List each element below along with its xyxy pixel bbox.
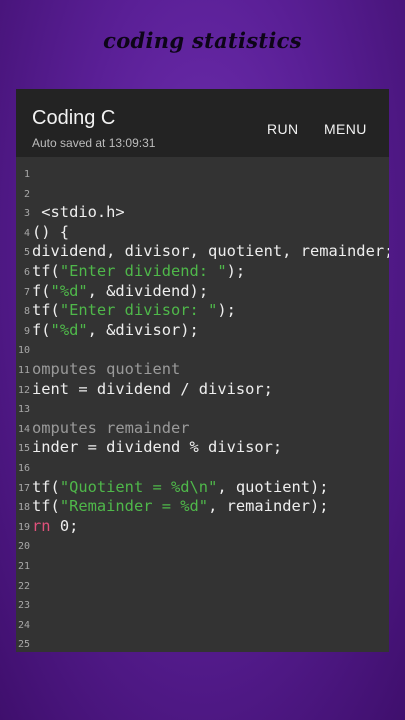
line-number: 7 — [23, 286, 30, 298]
code-line[interactable]: 14 omputes remainder — [16, 419, 389, 438]
line-code: dividend, divisor, quotient, remainder; — [32, 242, 389, 261]
code-line[interactable]: 4() { — [16, 223, 389, 242]
line-code: omputes quotient — [32, 360, 180, 379]
code-line[interactable]: 19 rn 0; — [16, 517, 389, 536]
code-token: ); — [226, 262, 246, 280]
line-number: 13 — [18, 404, 31, 416]
line-code: rn 0; — [32, 517, 78, 536]
code-token: dividend, divisor, quotient, remainder; — [32, 242, 389, 261]
line-number: 8 — [23, 306, 30, 318]
code-token: f( — [32, 281, 51, 300]
code-line[interactable]: 24 — [16, 615, 389, 634]
line-code: tf("Quotient = %d\n", quotient); — [32, 478, 329, 497]
code-token: , quotient); — [217, 477, 329, 496]
code-line[interactable]: 1 — [16, 164, 389, 183]
line-number: 10 — [18, 345, 31, 357]
line-number: 20 — [18, 541, 31, 553]
line-code: f("%d", &dividend); — [32, 282, 208, 301]
video-caption: coding statistics — [103, 28, 302, 53]
code-line[interactable]: 12 ient = dividend / divisor; — [16, 380, 389, 399]
autosave-status: Auto saved at 13:09:31 — [32, 136, 156, 150]
menu-button[interactable]: MENU — [324, 121, 367, 137]
code-token: tf( — [32, 301, 60, 320]
line-code: tf("Enter dividend: "); — [32, 262, 245, 281]
code-line[interactable]: 22 — [16, 576, 389, 595]
comment-token: omputes quotient — [32, 360, 181, 378]
app-title: Coding C — [32, 107, 116, 129]
line-number: 6 — [23, 267, 30, 278]
code-token: , &dividend); — [87, 281, 209, 300]
code-line[interactable]: 11 omputes quotient — [16, 360, 389, 379]
line-code: ient = dividend / divisor; — [32, 380, 273, 399]
code-token: () { — [32, 222, 70, 241]
code-line[interactable]: 21 — [16, 556, 389, 575]
line-number: 2 — [23, 188, 30, 200]
line-code: omputes remainder — [32, 419, 190, 438]
line-code: tf("Enter divisor: "); — [32, 301, 236, 320]
code-token: f( — [32, 320, 51, 339]
string-token: "Quotient = %d\n" — [59, 477, 218, 496]
code-token: tf( — [32, 477, 60, 496]
line-code: f("%d", &divisor); — [32, 321, 199, 340]
run-button[interactable]: RUN — [267, 121, 299, 137]
line-number: 3 — [23, 208, 30, 220]
string-token: "Remainder = %d" — [59, 497, 209, 516]
code-line[interactable]: 17 tf("Quotient = %d\n", quotient); — [16, 478, 389, 497]
code-token: tf( — [32, 262, 60, 280]
keyword-token: rn — [32, 516, 51, 535]
code-line[interactable]: 8 tf("Enter divisor: "); — [16, 301, 389, 320]
code-line[interactable]: 6 tf("Enter dividend: "); — [16, 262, 389, 281]
code-line[interactable]: 25 — [16, 634, 389, 652]
code-line[interactable]: 16 — [16, 458, 389, 477]
line-number: 25 — [18, 639, 31, 651]
line-number: 4 — [23, 227, 30, 239]
code-line[interactable]: 10 — [16, 340, 389, 359]
code-line[interactable]: 13 — [16, 399, 389, 418]
line-number: 21 — [18, 561, 31, 572]
line-code: <stdio.h> — [32, 203, 125, 222]
line-number: 14 — [18, 423, 31, 435]
code-line[interactable]: 2 — [16, 184, 389, 203]
code-token: , remainder); — [208, 497, 329, 516]
line-number: 24 — [18, 619, 31, 631]
code-line[interactable]: 23 — [16, 595, 389, 614]
code-token: , &divisor); — [87, 320, 199, 339]
line-number: 1 — [23, 169, 30, 180]
line-number: 16 — [18, 463, 31, 474]
line-number: 17 — [18, 482, 31, 494]
code-editor[interactable]: 123 <stdio.h> 4() {5 dividend, divisor, qu… — [16, 157, 389, 652]
code-line[interactable]: 5 dividend, divisor, quotient, remainder; — [16, 242, 389, 261]
line-code: inder = dividend % divisor; — [32, 438, 282, 457]
code-line[interactable]: 3 <stdio.h> — [16, 203, 389, 222]
code-token: ient = dividend / divisor; — [32, 379, 273, 398]
line-number: 12 — [18, 384, 31, 396]
code-token: tf( — [32, 497, 60, 516]
app-toolbar: Coding C Auto saved at 13:09:31 RUN MENU — [16, 89, 389, 157]
line-code: tf("Remainder = %d", remainder); — [32, 497, 329, 516]
line-number: 5 — [23, 247, 30, 259]
string-token: "%d" — [50, 281, 88, 300]
string-token: "%d" — [50, 320, 88, 339]
line-number: 23 — [18, 600, 31, 612]
comment-token: omputes remainder — [32, 418, 190, 437]
code-token: <stdio.h> — [32, 203, 125, 222]
line-number: 18 — [18, 502, 31, 514]
code-line[interactable]: 9 f("%d", &divisor); — [16, 321, 389, 340]
code-line[interactable]: 20 — [16, 536, 389, 555]
line-number: 22 — [18, 580, 31, 592]
code-line[interactable]: 7 f("%d", &dividend); — [16, 282, 389, 301]
code-line[interactable]: 15 inder = dividend % divisor; — [16, 438, 389, 457]
line-number: 11 — [18, 365, 31, 376]
string-token: "Enter divisor: " — [59, 301, 218, 320]
code-line[interactable]: 18 tf("Remainder = %d", remainder); — [16, 497, 389, 516]
code-token: inder = dividend % divisor; — [32, 438, 283, 457]
code-editor-app: Coding C Auto saved at 13:09:31 RUN MENU… — [16, 89, 389, 652]
line-number: 15 — [18, 443, 31, 455]
line-code: () { — [32, 223, 69, 242]
line-number: 19 — [18, 521, 31, 533]
code-token: ); — [217, 301, 236, 320]
line-number: 9 — [23, 325, 30, 337]
code-token: 0; — [50, 516, 79, 535]
string-token: "Enter dividend: " — [59, 262, 227, 280]
